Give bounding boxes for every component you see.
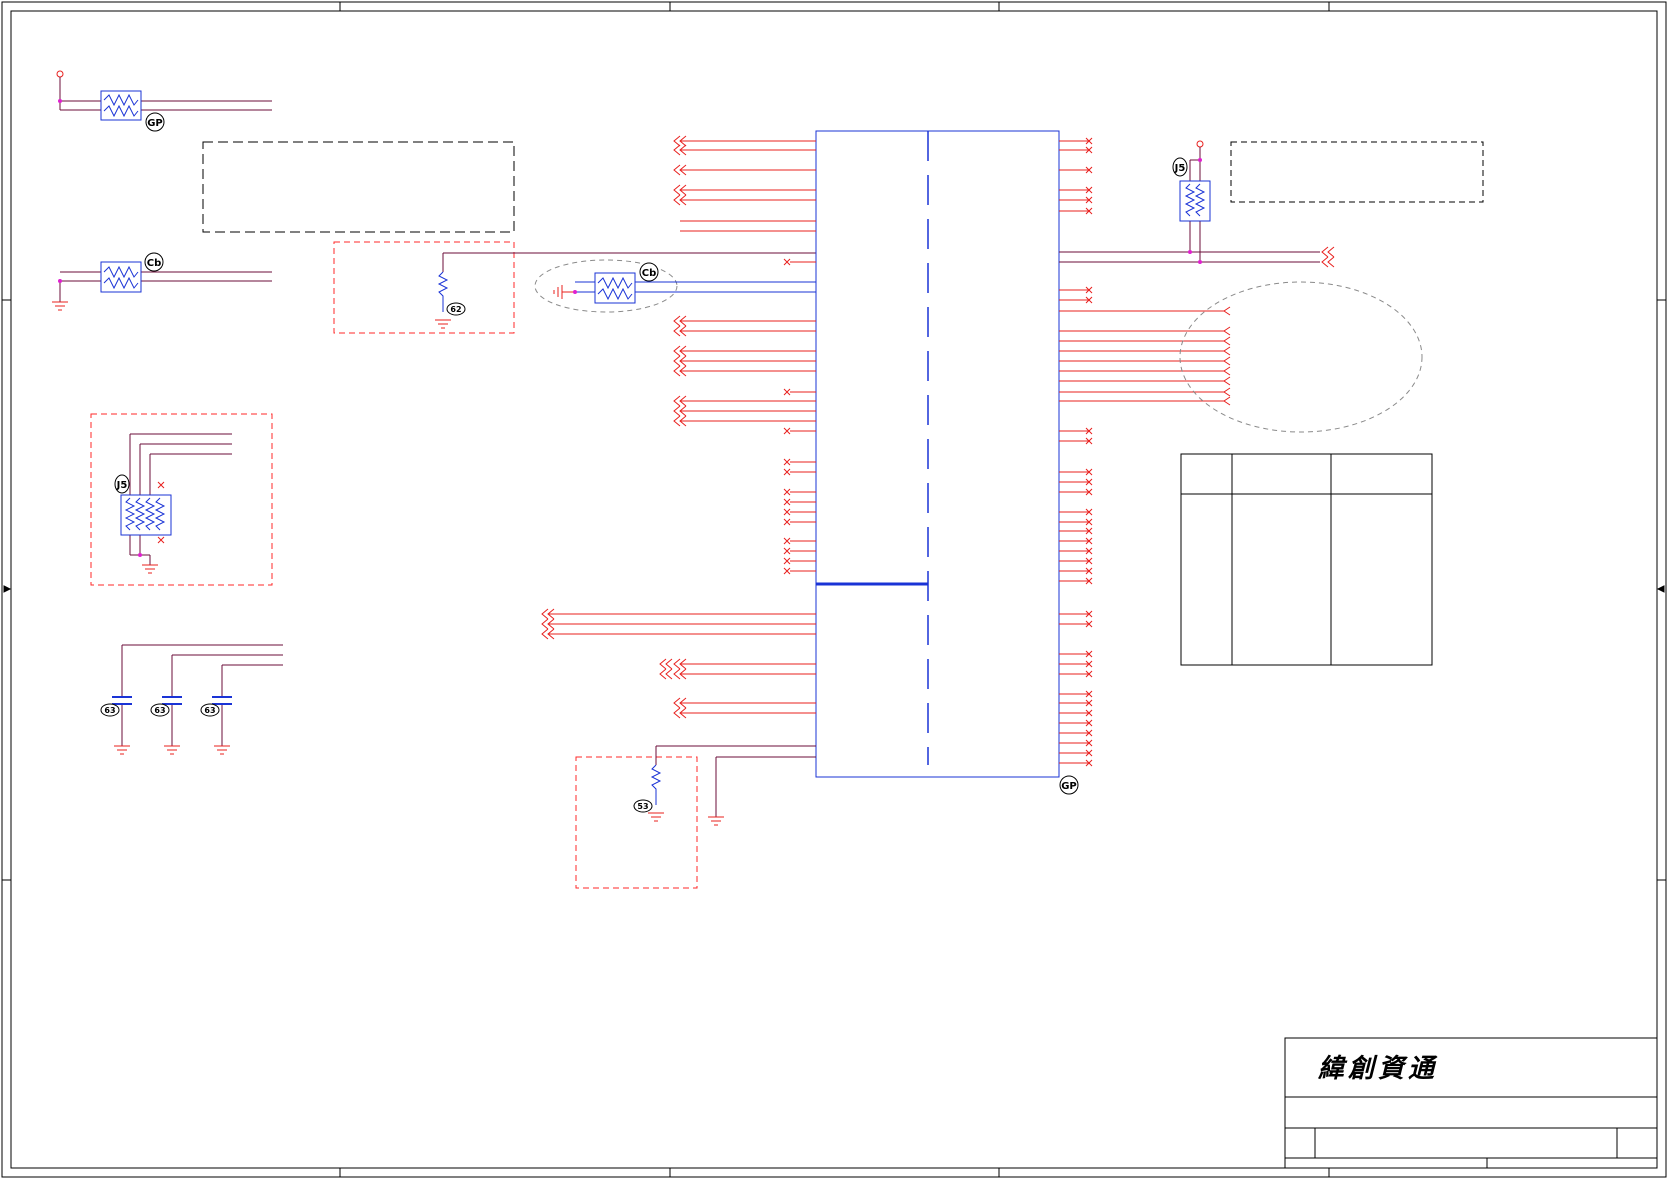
badge-right-pullup: J5 xyxy=(1172,157,1188,177)
no-connect-mark xyxy=(783,557,791,565)
note-box-right xyxy=(1230,141,1484,203)
ic-right-pins xyxy=(1059,137,1224,767)
bus-group-note xyxy=(1179,281,1423,433)
svg-text:GP: GP xyxy=(147,118,163,129)
badge-res-r1: 62 xyxy=(446,302,466,316)
offpage-arrow xyxy=(1321,256,1335,268)
sheet-border xyxy=(1,1,1667,1178)
main-ic xyxy=(815,130,1060,778)
offpage-arrow xyxy=(1223,326,1231,336)
note-box-left xyxy=(202,141,515,233)
offpage-arrow xyxy=(1223,356,1231,366)
strap-resistor-box xyxy=(575,745,816,889)
offpage-arrow xyxy=(659,668,673,680)
badge-res-r2: 53 xyxy=(633,799,653,813)
no-connect-mark xyxy=(783,427,791,435)
badge-main-ic: GP xyxy=(1059,775,1079,795)
no-connect-mark xyxy=(783,537,791,545)
decoupling-capacitors xyxy=(112,644,283,755)
offpage-arrow xyxy=(659,658,673,670)
badge-array-resistor: J5 xyxy=(114,474,130,494)
badge-cap-c1: 63 xyxy=(100,703,120,717)
no-connect-mark xyxy=(783,547,791,555)
svg-text:63: 63 xyxy=(154,706,165,715)
reference-badges: GP Cb Cb J5 J5 GP 62 53 63 63 63 xyxy=(100,112,1188,813)
no-connect-mark xyxy=(783,388,791,396)
no-connect-mark xyxy=(783,567,791,575)
badge-top-left-fuse: GP xyxy=(145,112,165,132)
no-connect-mark xyxy=(783,498,791,506)
svg-text:GP: GP xyxy=(1061,781,1077,792)
offpage-arrow xyxy=(1223,387,1231,397)
offpage-arrow xyxy=(1223,346,1231,356)
offpage-arrow xyxy=(1223,306,1231,316)
company-name: 緯創資通 xyxy=(1318,1054,1439,1084)
ic-left-pins xyxy=(548,140,816,714)
power-fuse-top-left xyxy=(56,70,272,121)
no-connect-mark xyxy=(783,258,791,266)
no-connect-mark xyxy=(783,508,791,516)
svg-text:62: 62 xyxy=(450,305,461,314)
svg-text:Cb: Cb xyxy=(147,258,162,269)
no-connect-mark xyxy=(783,458,791,466)
svg-text:53: 53 xyxy=(637,802,648,811)
center-fuse-note xyxy=(534,259,816,313)
no-connect-mark xyxy=(783,488,791,496)
no-connect-mark xyxy=(783,518,791,526)
svg-text:J5: J5 xyxy=(1174,163,1186,174)
ground-fuse-mid-left xyxy=(52,261,272,311)
svg-text:63: 63 xyxy=(104,706,115,715)
badge-cap-c2: 63 xyxy=(150,703,170,717)
offpage-connectors xyxy=(541,135,1335,719)
svg-text:J5: J5 xyxy=(116,480,128,491)
offpage-arrow xyxy=(1223,366,1231,376)
pulldown-resistor-box xyxy=(333,241,816,334)
svg-text:63: 63 xyxy=(204,706,215,715)
schematic-sheet: GP Cb Cb J5 J5 GP 62 53 63 63 63 xyxy=(1,1,1667,1178)
badge-cap-c3: 63 xyxy=(200,703,220,717)
no-connect-mark xyxy=(783,468,791,476)
config-table xyxy=(1180,453,1433,666)
offpage-arrow xyxy=(1321,246,1335,258)
svg-text:Cb: Cb xyxy=(642,268,657,279)
offpage-arrow xyxy=(1223,396,1231,406)
badge-center-fuse: Cb xyxy=(639,262,659,282)
offpage-arrow xyxy=(1223,376,1231,386)
badge-mid-left-fuse: Cb xyxy=(144,252,164,272)
resistor-array-box xyxy=(90,413,273,586)
offpage-arrow xyxy=(1223,336,1231,346)
